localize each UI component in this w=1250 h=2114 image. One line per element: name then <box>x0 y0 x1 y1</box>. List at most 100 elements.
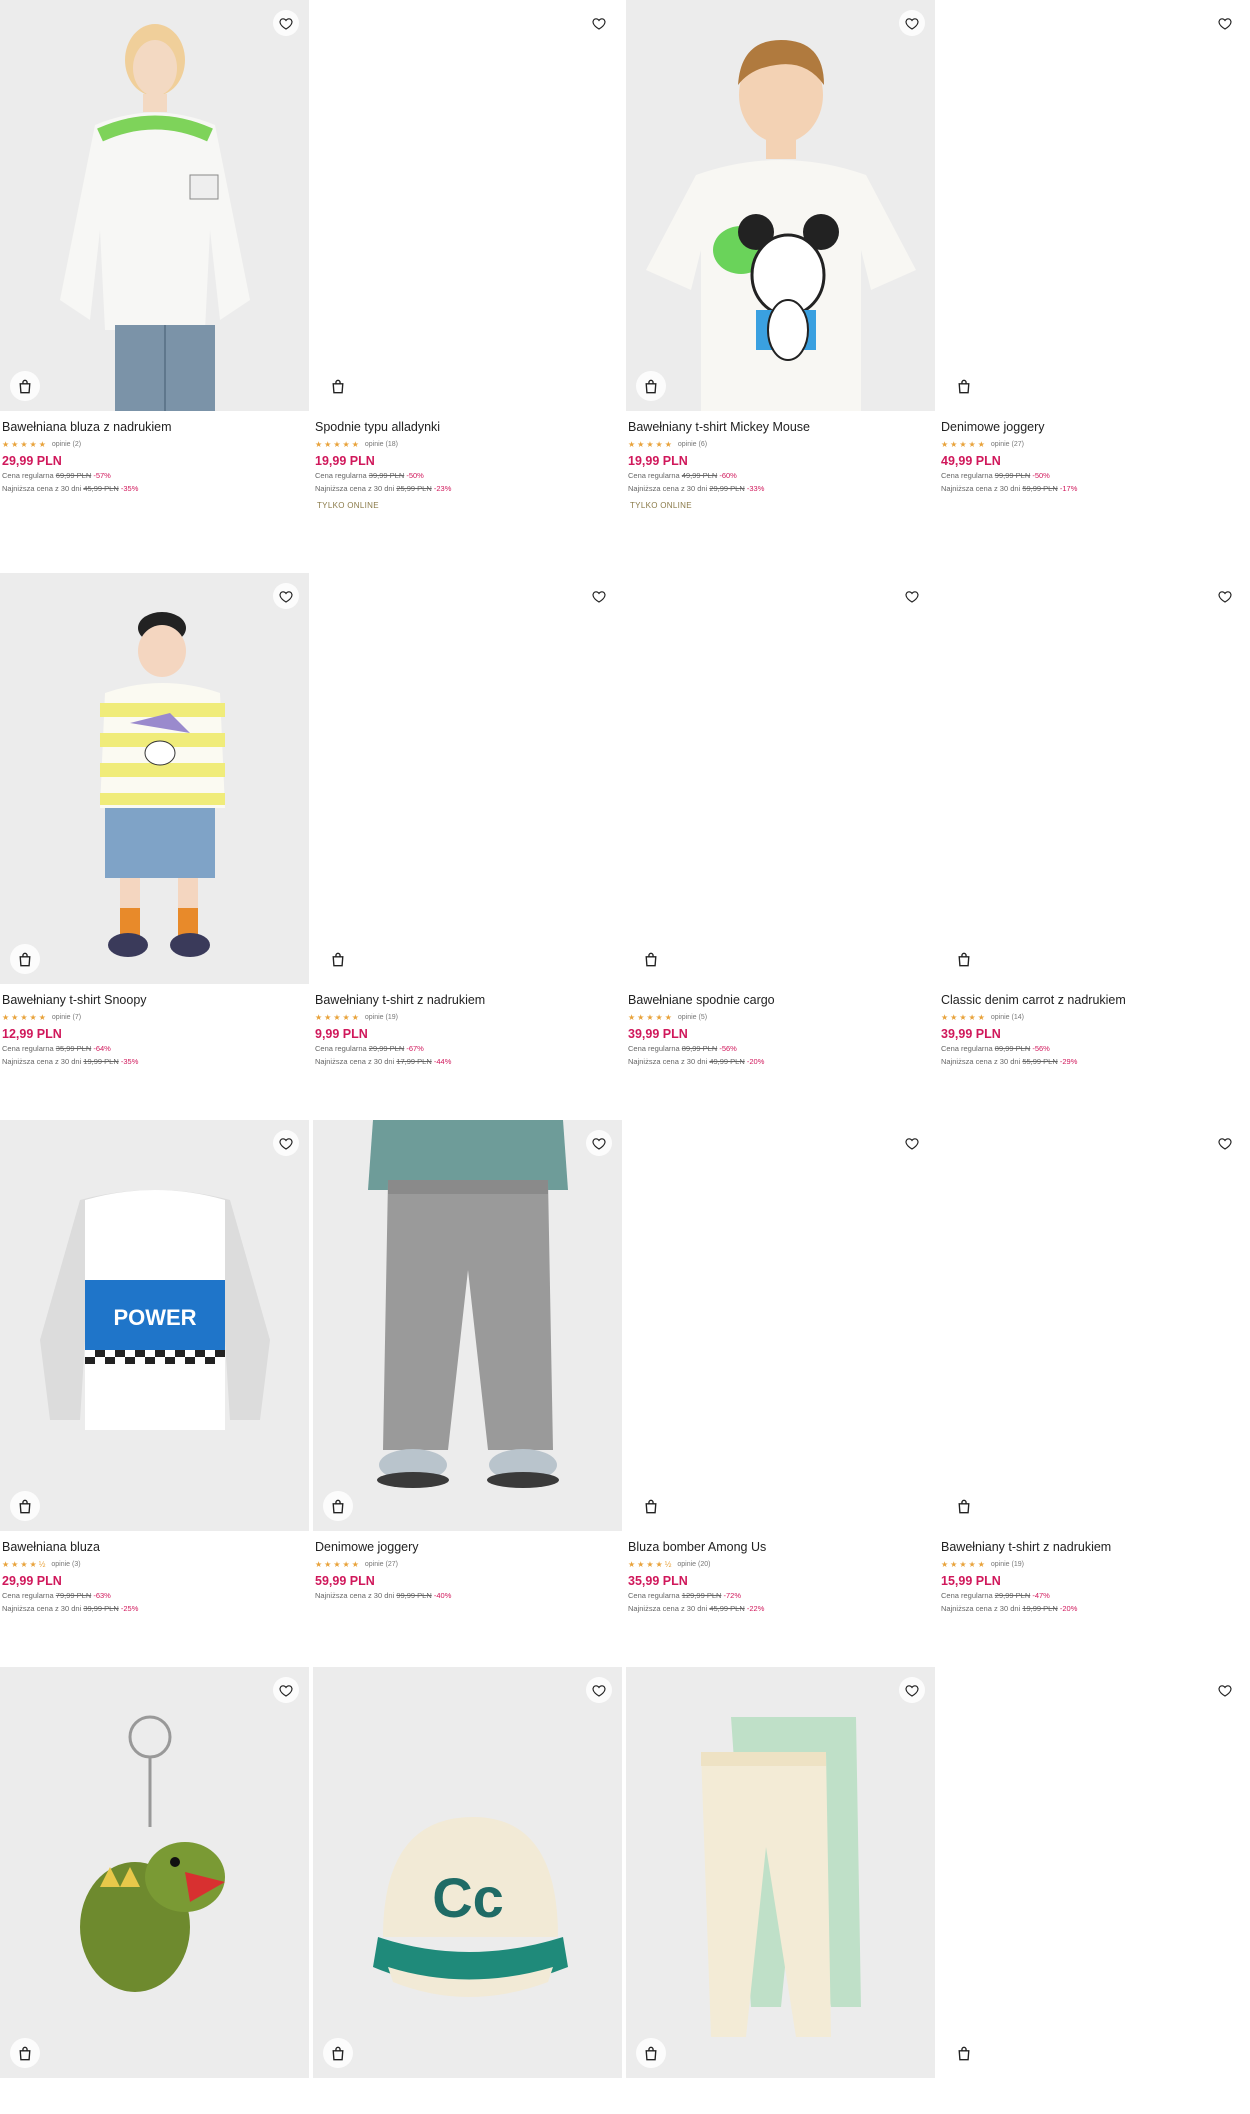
product-image[interactable] <box>0 573 309 984</box>
product-image[interactable] <box>626 0 935 411</box>
review-count[interactable]: opinie (18) <box>365 441 398 448</box>
shopping-bag-icon[interactable] <box>323 1491 353 1521</box>
current-price: 35,99 PLN <box>628 1574 688 1588</box>
review-count[interactable]: opinie (14) <box>991 1014 1024 1021</box>
shopping-bag-icon[interactable] <box>10 1491 40 1521</box>
heart-outline-icon[interactable] <box>899 1130 925 1156</box>
review-count[interactable]: opinie (19) <box>991 1561 1024 1568</box>
product-title[interactable]: Bawełniany t-shirt Mickey Mouse <box>628 419 933 435</box>
heart-outline-icon[interactable] <box>273 583 299 609</box>
regular-price-label: Cena regularna <box>628 471 680 480</box>
regular-price-line: Cena regularna 89,99 PLN -56% <box>941 1042 1246 1055</box>
shopping-bag-icon[interactable] <box>949 371 979 401</box>
heart-outline-icon[interactable] <box>899 1677 925 1703</box>
lowest-price-line: Najniższa cena z 30 dni 25,99 PLN -23% <box>315 482 620 495</box>
heart-outline-icon[interactable] <box>273 1130 299 1156</box>
heart-outline-icon[interactable] <box>1212 10 1238 36</box>
product-title[interactable]: Classic denim carrot z nadrukiem <box>941 992 1246 1008</box>
product-title[interactable]: Bluza bomber Among Us <box>628 1539 933 1555</box>
regular-price-line: Cena regularna 39,99 PLN -50% <box>315 469 620 482</box>
regular-price-label: Cena regularna <box>2 1044 54 1053</box>
rating: ★★★★½ opinie (3) <box>2 1558 307 1570</box>
heart-outline-icon[interactable] <box>586 583 612 609</box>
product-image[interactable]: POWER <box>0 1120 309 1531</box>
product-image[interactable] <box>939 573 1248 984</box>
lowest-discount: -25% <box>120 1604 139 1613</box>
product-image[interactable] <box>313 1120 622 1531</box>
product-title[interactable]: Bawełniany t-shirt z nadrukiem <box>941 1539 1246 1555</box>
product-image[interactable] <box>939 1120 1248 1531</box>
review-count[interactable]: opinie (27) <box>365 1561 398 1568</box>
lowest-price: 55,99 PLN <box>1022 1057 1058 1066</box>
lowest-discount: -29% <box>1059 1057 1078 1066</box>
heart-outline-icon[interactable] <box>899 10 925 36</box>
rating: ★★★★★ opinie (27) <box>941 438 1246 450</box>
product-title[interactable]: Bawełniana bluza <box>2 1539 307 1555</box>
regular-price-label: Cena regularna <box>941 471 993 480</box>
product-title[interactable]: Bawełniany t-shirt z nadrukiem <box>315 992 620 1008</box>
rating: ★★★★★ opinie (19) <box>315 1011 620 1023</box>
shopping-bag-icon[interactable] <box>636 371 666 401</box>
review-count[interactable]: opinie (19) <box>365 1014 398 1021</box>
shopping-bag-icon[interactable] <box>636 1491 666 1521</box>
shopping-bag-icon[interactable] <box>323 371 353 401</box>
lowest-price-label: Najniższa cena z 30 dni <box>941 1057 1021 1066</box>
online-only-badge: TYLKO ONLINE <box>317 501 379 510</box>
product-image[interactable] <box>626 1120 935 1531</box>
product-image[interactable] <box>0 0 309 411</box>
product-image[interactable] <box>313 573 622 984</box>
product-image[interactable] <box>626 1667 935 2078</box>
product-image[interactable] <box>939 1667 1248 2078</box>
review-count[interactable]: opinie (6) <box>678 441 707 448</box>
heart-outline-icon[interactable] <box>586 1677 612 1703</box>
heart-outline-icon[interactable] <box>586 1130 612 1156</box>
heart-outline-icon[interactable] <box>1212 1677 1238 1703</box>
shopping-bag-icon[interactable] <box>323 2038 353 2068</box>
review-count[interactable]: opinie (20) <box>677 1561 710 1568</box>
rating: ★★★★★ opinie (18) <box>315 438 620 450</box>
shopping-bag-icon[interactable] <box>636 944 666 974</box>
product-image[interactable] <box>0 1667 309 2078</box>
product-title[interactable]: Denimowe joggery <box>315 1539 620 1555</box>
heart-outline-icon[interactable] <box>1212 583 1238 609</box>
lowest-price: 25,99 PLN <box>396 484 432 493</box>
star-rating: ★★★★★ <box>628 439 674 449</box>
product-title[interactable]: Spodnie typu alladynki <box>315 419 620 435</box>
heart-outline-icon[interactable] <box>1212 1130 1238 1156</box>
shopping-bag-icon[interactable] <box>10 2038 40 2068</box>
star-rating: ★★★★½ <box>2 1559 48 1569</box>
product-image[interactable] <box>626 573 935 984</box>
shopping-bag-icon[interactable] <box>949 1491 979 1521</box>
product-title[interactable]: Bawełniane spodnie cargo <box>628 992 933 1008</box>
review-count[interactable]: opinie (2) <box>52 441 81 448</box>
product-title[interactable]: Denimowe joggery <box>941 419 1246 435</box>
product-title[interactable]: Bawełniany t-shirt Snoopy <box>2 992 307 1008</box>
heart-outline-icon[interactable] <box>273 10 299 36</box>
product-title[interactable]: Bawełniana bluza z nadrukiem <box>2 419 307 435</box>
lowest-price-line: Najniższa cena z 30 dni 19,99 PLN -35% <box>2 1055 307 1068</box>
shopping-bag-icon[interactable] <box>949 944 979 974</box>
review-count[interactable]: opinie (5) <box>678 1014 707 1021</box>
current-price: 39,99 PLN <box>628 1027 688 1041</box>
regular-price-line: Cena regularna 129,99 PLN -72% <box>628 1589 933 1602</box>
heart-outline-icon[interactable] <box>899 583 925 609</box>
current-price: 39,99 PLN <box>941 1027 1001 1041</box>
regular-discount: -67% <box>406 1044 424 1053</box>
review-count[interactable]: opinie (27) <box>991 441 1024 448</box>
shopping-bag-icon[interactable] <box>323 944 353 974</box>
heart-outline-icon[interactable] <box>586 10 612 36</box>
heart-outline-icon[interactable] <box>273 1677 299 1703</box>
product-image[interactable] <box>939 0 1248 411</box>
shopping-bag-icon[interactable] <box>949 2038 979 2068</box>
lowest-discount: -20% <box>746 1057 765 1066</box>
current-price: 15,99 PLN <box>941 1574 1001 1588</box>
product-image[interactable] <box>313 0 622 411</box>
review-count[interactable]: opinie (7) <box>52 1014 81 1021</box>
review-count[interactable]: opinie (3) <box>51 1561 80 1568</box>
regular-discount: -64% <box>93 1044 111 1053</box>
shopping-bag-icon[interactable] <box>10 371 40 401</box>
shopping-bag-icon[interactable] <box>636 2038 666 2068</box>
regular-discount: -57% <box>93 471 111 480</box>
product-image[interactable]: Cc <box>313 1667 622 2078</box>
shopping-bag-icon[interactable] <box>10 944 40 974</box>
